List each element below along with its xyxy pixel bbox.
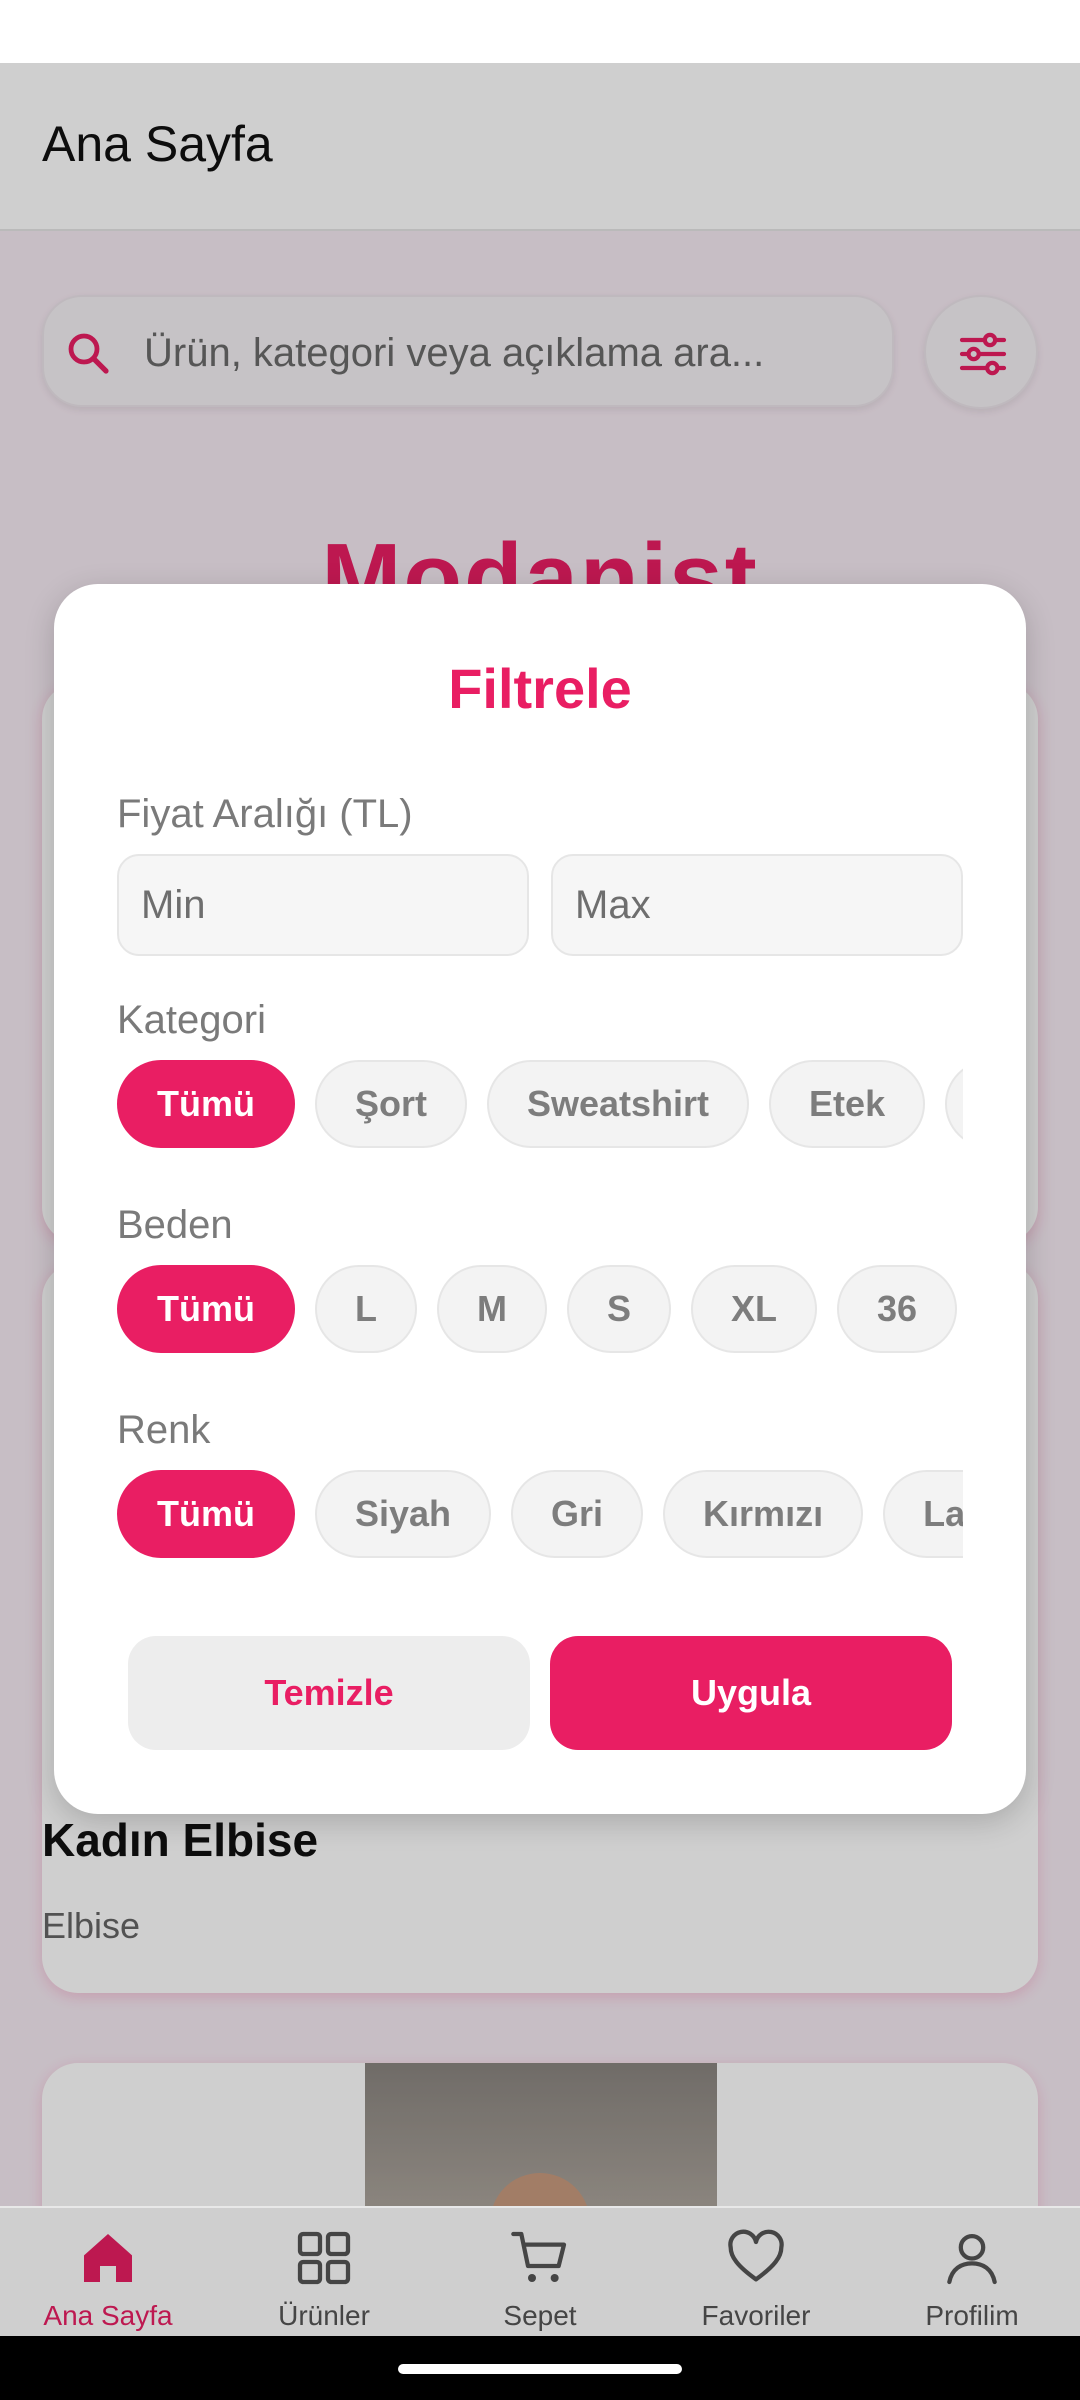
- size-label: Beden: [117, 1203, 233, 1247]
- chip-size-all[interactable]: Tümü: [117, 1265, 295, 1353]
- color-chips: TümüSiyahGriKırmızıLac: [117, 1470, 963, 1560]
- chip-category-etek[interactable]: Etek: [769, 1060, 926, 1148]
- bottom-nav: Ana Sayfa Ürünler Sepet Favoriler Profil…: [0, 2206, 1080, 2336]
- chip-size-36[interactable]: 36: [837, 1265, 958, 1353]
- chip-size-l[interactable]: L: [314, 1265, 417, 1353]
- max-price-input[interactable]: [551, 854, 963, 956]
- apply-button[interactable]: Uygula: [550, 1636, 952, 1750]
- min-price-input[interactable]: [117, 854, 529, 956]
- chip-category-all[interactable]: Tümü: [117, 1060, 295, 1148]
- chip-category-sweatshirt[interactable]: Sweatshirt: [486, 1060, 750, 1148]
- chip-color-all[interactable]: Tümü: [117, 1470, 295, 1558]
- chip-color-kirmizi[interactable]: Kırmızı: [663, 1470, 864, 1558]
- chip-category-more[interactable]: [945, 1060, 963, 1148]
- chip-color-siyah[interactable]: Siyah: [314, 1470, 492, 1558]
- chip-size-s[interactable]: S: [566, 1265, 671, 1353]
- nav-scrim: [0, 2208, 1080, 2336]
- chip-color-gri[interactable]: Gri: [511, 1470, 644, 1558]
- chip-size-m[interactable]: M: [436, 1265, 547, 1353]
- dialog-title: Filtrele: [448, 657, 632, 720]
- category-label: Kategori: [117, 998, 266, 1042]
- chip-category-sort[interactable]: Şort: [314, 1060, 467, 1148]
- chip-color-lacivert[interactable]: Lac: [883, 1470, 963, 1558]
- filter-dialog: Filtrele Fiyat Aralığı (TL) Kategori Tüm…: [54, 584, 1026, 1814]
- color-label: Renk: [117, 1408, 211, 1452]
- size-chips: Tümü L M S XL 36: [117, 1265, 963, 1355]
- chip-size-xl[interactable]: XL: [691, 1265, 818, 1353]
- status-bar: [0, 0, 1080, 63]
- home-gesture-handle[interactable]: [398, 2364, 682, 2374]
- price-range-label: Fiyat Aralığı (TL): [117, 792, 413, 836]
- clear-button[interactable]: Temizle: [128, 1636, 530, 1750]
- category-chips: Tümü Şort Sweatshirt Etek: [117, 1060, 963, 1150]
- gesture-bar: [0, 2336, 1080, 2400]
